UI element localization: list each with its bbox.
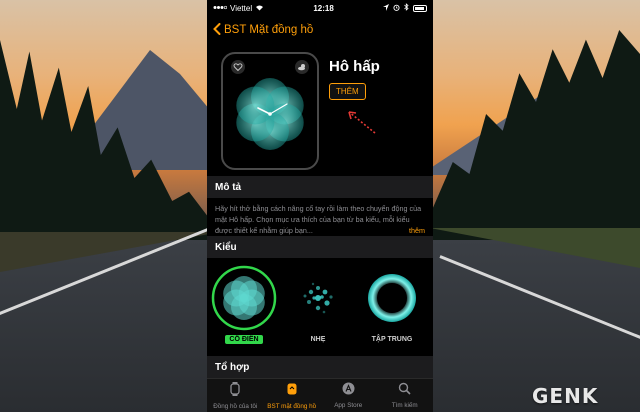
bluetooth-icon: [404, 3, 409, 13]
styles-heading: Kiểu: [207, 236, 433, 258]
phone-screen: Viettel 12:18 BST Mặt đồng hồ Hô hấp THÊ…: [207, 0, 433, 412]
classic-style-preview: [211, 265, 277, 331]
tab-face-gallery[interactable]: BST mặt đồng hồ: [264, 379, 321, 412]
add-button[interactable]: THÊM: [329, 83, 366, 100]
tab-search[interactable]: Tìm kiếm: [377, 379, 434, 412]
search-icon: [398, 382, 411, 400]
focus-style-preview: [368, 274, 416, 322]
status-bar: Viettel 12:18: [207, 0, 433, 16]
status-time: 12:18: [313, 3, 334, 13]
calm-style-preview: [303, 282, 333, 314]
style-label: NHẸ: [310, 336, 326, 343]
watch-face-preview: [221, 52, 319, 170]
battery-icon: [413, 4, 427, 12]
description-text: Hãy hít thở bằng cách nâng cổ tay rồi là…: [215, 204, 422, 235]
chevron-left-icon: [213, 22, 221, 38]
red-pointer-arrow: [348, 111, 376, 134]
tab-label: App Store: [334, 402, 363, 409]
composition-heading: Tổ hợp: [207, 356, 433, 378]
tab-label: BST mặt đồng hồ: [267, 402, 317, 410]
genk-logo: GENK: [532, 384, 598, 408]
tab-label: Tìm kiếm: [391, 402, 418, 409]
watch-icon: [229, 381, 241, 401]
back-label: BST Mặt đồng hồ: [224, 24, 314, 36]
face-preview-area: Hô hấp THÊM: [207, 44, 433, 176]
style-picker: CỔ ĐIỂN NHẸ TẬP TRUNG: [207, 258, 433, 356]
tab-bar: Đồng hồ của tôi BST mặt đồng hồ App Stor…: [207, 378, 433, 412]
carrier-name: Viettel: [230, 3, 253, 13]
description-heading: Mô tả: [207, 176, 433, 198]
location-icon: [383, 3, 389, 13]
tab-label: Đồng hồ của tôi: [213, 402, 258, 410]
breathe-flower-graphic: [236, 78, 304, 150]
style-option-focus[interactable]: TẬP TRUNG: [357, 262, 427, 354]
style-option-calm[interactable]: NHẸ: [283, 262, 353, 354]
tab-app-store[interactable]: App Store: [320, 379, 377, 412]
logo-text: GENK: [532, 384, 599, 408]
more-link[interactable]: thêm: [409, 225, 425, 236]
app-store-icon: [342, 382, 355, 400]
wifi-icon: [255, 4, 264, 13]
face-title: Hô hấp: [329, 58, 380, 75]
style-label: TẬP TRUNG: [371, 336, 413, 343]
alarm-icon: [393, 4, 400, 13]
face-gallery-icon: [286, 382, 298, 401]
description-text-block: Hãy hít thở bằng cách nâng cổ tay rồi là…: [207, 198, 433, 236]
tab-my-watch[interactable]: Đồng hồ của tôi: [207, 379, 264, 412]
signal-icon: [213, 4, 228, 13]
style-label: CỔ ĐIỂN: [225, 335, 263, 344]
back-button[interactable]: BST Mặt đồng hồ: [207, 16, 433, 44]
style-option-classic[interactable]: CỔ ĐIỂN: [209, 262, 279, 354]
